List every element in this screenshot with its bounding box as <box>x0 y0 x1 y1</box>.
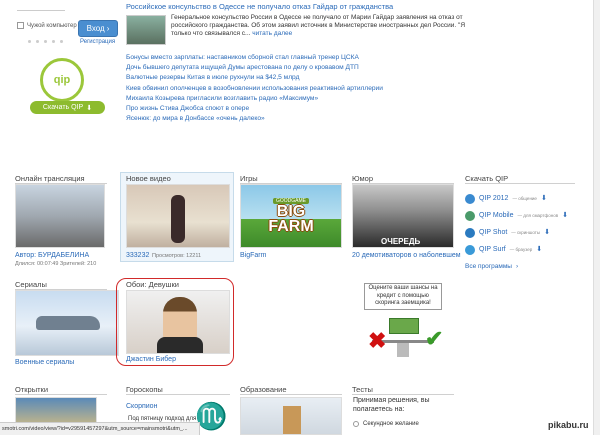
read-more-link[interactable]: читать далее <box>252 30 292 37</box>
qip-download-list: QIP 2012 — общение ⬇ QIP Mobile — для см… <box>465 190 568 275</box>
login-button-label: Вход <box>86 24 105 33</box>
qip-item-sub: — для смартфонов <box>517 213 559 218</box>
wallpaper-thumbnail[interactable] <box>126 290 230 354</box>
section-title-games[interactable]: Игры <box>240 174 258 183</box>
all-programs-link[interactable]: Все программы › <box>465 258 568 275</box>
qip-logo-icon[interactable]: qip <box>40 58 84 102</box>
test-question: Принимая решения, вы полагаетесь на: <box>353 397 430 413</box>
section-title-serials[interactable]: Сериалы <box>15 280 47 289</box>
serials-thumbnail[interactable] <box>15 290 119 356</box>
all-programs-label[interactable]: Все программы <box>465 258 512 275</box>
qip-2012-icon <box>465 193 475 204</box>
qip-item-name[interactable]: QIP Shot <box>479 224 507 241</box>
section-title-new-video[interactable]: Новое видео <box>126 174 171 183</box>
divider <box>15 394 107 395</box>
news-thumbnail[interactable] <box>126 15 166 45</box>
login-button[interactable]: Вход › <box>78 20 118 37</box>
chevron-right-icon: › <box>515 263 519 270</box>
games-thumbnail[interactable]: GOODGAME BIG FARM <box>240 184 342 248</box>
news-item[interactable]: Валютные резервы Китая в июле рухнули на… <box>126 73 383 83</box>
download-icon[interactable]: ⬇ <box>562 207 568 224</box>
online-meta: Длился: 00:07:49 Зрителей: 210 <box>15 261 97 267</box>
remember-label: Чужой компьютер <box>27 22 77 29</box>
qip-item-sub: — скриншоты <box>511 230 541 235</box>
news-item[interactable]: Ясенюк: до мира в Донбассе «очень далеко… <box>126 114 383 124</box>
horoscope-sign-link[interactable]: Скорпион <box>126 403 157 410</box>
section-title-online[interactable]: Онлайн трансляция <box>15 174 85 183</box>
news-item[interactable]: Дочь бывшего депутата ищущей Думы аресто… <box>126 63 383 73</box>
download-icon: ⬇ <box>86 104 93 112</box>
section-title-wallpapers[interactable]: Обои: Девушки <box>126 280 179 289</box>
news-item[interactable]: Про жизнь Стива Джобса споют в опере <box>126 104 383 114</box>
qip-item-name[interactable]: QIP Surf <box>479 241 506 258</box>
download-qip-button[interactable]: Скачать QIP ⬇ <box>30 101 105 114</box>
qip-item-sub: — браузер <box>509 247 533 252</box>
section-title-horoscopes[interactable]: Гороскопы <box>126 385 163 394</box>
divider <box>352 394 454 395</box>
download-icon[interactable]: ⬇ <box>544 224 550 241</box>
section-title-postcards[interactable]: Открытки <box>15 385 48 394</box>
video-views-count[interactable]: 333232 <box>126 252 149 259</box>
divider <box>240 394 342 395</box>
test-option-label: Секундное желание <box>363 421 419 427</box>
qip-item-name[interactable]: QIP Mobile <box>479 207 514 224</box>
checkbox[interactable] <box>17 22 24 29</box>
qip-item[interactable]: QIP Surf — браузер ⬇ <box>465 241 568 258</box>
qip-item[interactable]: QIP Shot — скриншоты ⬇ <box>465 224 568 241</box>
password-field[interactable] <box>17 10 65 11</box>
news-item[interactable]: Киев обвинил ополченцев в возобновлении … <box>126 84 383 94</box>
section-title-humor[interactable]: Юмор <box>352 174 373 183</box>
scale-base <box>397 343 409 357</box>
divider <box>126 394 230 395</box>
section-title-download-qip[interactable]: Скачать QIP <box>465 174 508 183</box>
serials-caption[interactable]: Военные сериалы <box>15 359 74 366</box>
qip-surf-icon <box>465 244 475 255</box>
news-headline[interactable]: Российское консульство в Одессе не получ… <box>126 2 393 11</box>
education-thumbnail[interactable] <box>240 397 342 435</box>
download-qip-label: Скачать QIP <box>42 104 84 111</box>
game-logo-top: BIG <box>276 203 306 220</box>
wallpaper-caption[interactable]: Джастин Бибер <box>126 356 176 363</box>
video-views-label: Просмотров: 12211 <box>152 253 202 259</box>
money-icon <box>389 318 419 334</box>
online-stream-thumbnail[interactable] <box>15 184 105 248</box>
news-lead: Генеральное консульство России в Одессе … <box>171 14 466 37</box>
qip-mobile-icon <box>465 210 475 221</box>
humor-image-text: ОЧЕРЕДЬ <box>381 237 421 246</box>
news-list: Бонусы вместо зарплаты: наставником сбор… <box>126 53 383 124</box>
browser-status-bar: smotri.com/video/view/?id=v29591457297&u… <box>0 422 200 435</box>
remember-checkbox-row[interactable]: Чужой компьютер <box>17 22 77 29</box>
online-author[interactable]: Автор: БУРДАБЕЛИНА <box>15 252 89 259</box>
qip-item-name[interactable]: QIP 2012 <box>479 190 508 207</box>
scrollbar[interactable] <box>593 0 600 435</box>
humor-caption[interactable]: 20 демотиваторов о наболевшем <box>352 252 461 259</box>
qip-item[interactable]: QIP Mobile — для смартфонов ⬇ <box>465 207 568 224</box>
qip-item[interactable]: QIP 2012 — общение ⬇ <box>465 190 568 207</box>
download-icon[interactable]: ⬇ <box>541 190 547 207</box>
new-video-thumbnail[interactable] <box>126 184 230 248</box>
games-caption[interactable]: BigFarm <box>240 252 266 259</box>
qip-item-sub: — общение <box>512 196 537 201</box>
section-title-tests[interactable]: Тесты <box>352 385 373 394</box>
section-title-education[interactable]: Образование <box>240 385 287 394</box>
arrow-right-icon: › <box>106 24 110 33</box>
news-item[interactable]: Михаила Козырева пригласили возглавить р… <box>126 94 383 104</box>
credit-ad-text[interactable]: Оцените ваши шансы на кредит с помощью с… <box>364 283 442 310</box>
watermark: pikabu.ru <box>548 420 589 430</box>
captcha-dots <box>28 40 63 43</box>
game-logo-bottom: FARM <box>268 218 314 235</box>
news-item[interactable]: Бонусы вместо зарплаты: наставником сбор… <box>126 53 383 63</box>
check-icon: ✔ <box>425 326 444 351</box>
qip-shot-icon <box>465 227 475 238</box>
download-icon[interactable]: ⬇ <box>536 241 542 258</box>
cross-icon: ✖ <box>368 328 387 353</box>
test-option[interactable]: Секундное желание <box>353 421 419 427</box>
divider <box>465 183 575 184</box>
radio-button[interactable] <box>353 421 359 427</box>
register-link[interactable]: Регистрация <box>80 39 115 45</box>
